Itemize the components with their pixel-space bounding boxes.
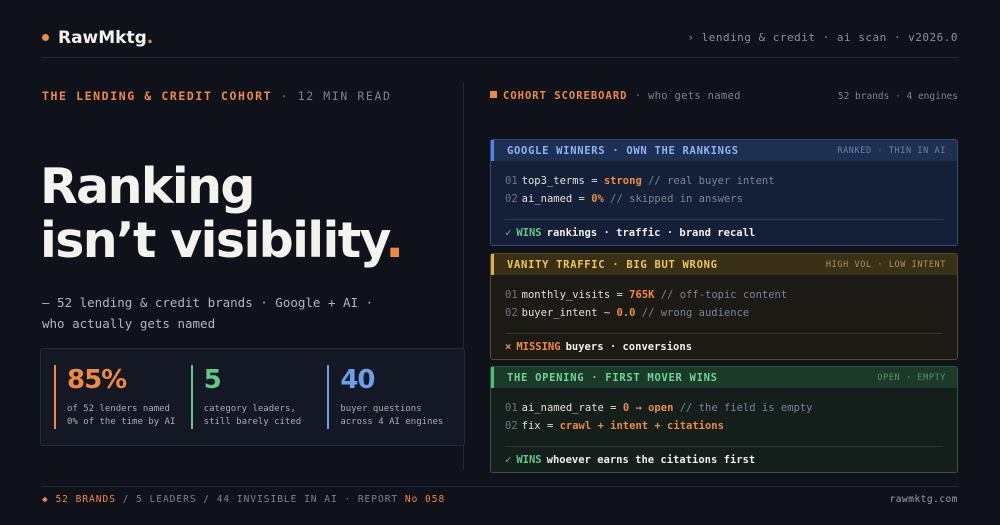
stat-accent-bar xyxy=(54,365,56,429)
card-tag: HIGH VOL · LOW INTENT xyxy=(825,259,946,270)
card-the-opening: THE OPENING · FIRST MOVER WINS OPEN · EM… xyxy=(490,366,958,473)
code-line: 01 top3_terms = strong // real buyer inte… xyxy=(505,175,775,187)
stat-buyer-questions: 40 buyer questions across 4 AI engines xyxy=(327,365,464,445)
code-line: 02 fix = crawl + intent + citations xyxy=(505,419,724,432)
card-footer: ✓ WINS whoever earns the citations first xyxy=(505,446,943,472)
stat-accent-bar xyxy=(327,365,330,429)
card-title: VANITY TRAFFIC · BIG BUT WRONG xyxy=(507,258,718,271)
footer-bar: ◆ 52 BRANDS / 5 LEADERS / 44 INVISIBLE I… xyxy=(42,486,958,512)
brand-logo[interactable]: RawMktg. xyxy=(42,28,153,48)
stat-accent-bar xyxy=(190,365,193,429)
scoreboard-header: COHORT SCOREBOARD · who gets named 52 br… xyxy=(490,90,958,102)
stat-lenders-named: 85% of 52 lenders named 0% of the time by… xyxy=(54,365,191,445)
card-tag: OPEN · EMPTY xyxy=(877,372,946,383)
subheadline: — 52 lending & credit brands · Google + … xyxy=(42,295,374,331)
code-line: 01 ai_named_rate = 0 → open // the field … xyxy=(505,402,813,414)
scoreboard-meta: 52 brands · 4 engines xyxy=(837,90,958,102)
card-footer: × MISSING buyers · conversions xyxy=(505,333,943,359)
card-footer: ✓ WINS rankings · traffic · brand recall xyxy=(505,219,943,245)
top-bar: RawMktg. › lending & credit · ai scan · … xyxy=(42,18,958,58)
stats-panel: 85% of 52 lenders named 0% of the time by… xyxy=(40,348,465,446)
article-kicker: THE LENDING & CREDIT COHORT · 12 MIN REA… xyxy=(42,89,392,103)
footer-site-link[interactable]: rawmktg.com xyxy=(890,494,958,505)
code-line: 02 ai_named = 0% // skipped in answers xyxy=(505,192,743,205)
header-meta: › lending & credit · ai scan · v2026.0 xyxy=(687,31,958,44)
logo-dot-icon xyxy=(42,34,49,41)
brand-name: RawMktg xyxy=(58,27,147,48)
check-icon: ✓ xyxy=(505,226,512,239)
code-line: 02 buyer_intent ~ 0.0 // wrong audience xyxy=(505,306,750,319)
card-title: GOOGLE WINNERS · OWN THE RANKINGS xyxy=(507,144,739,157)
square-icon xyxy=(490,91,497,98)
footer-summary: ◆ 52 BRANDS / 5 LEADERS / 44 INVISIBLE I… xyxy=(42,494,446,505)
check-icon: ✓ xyxy=(505,453,512,466)
card-tag: RANKED · THIN IN AI xyxy=(837,145,946,156)
card-vanity-traffic: VANITY TRAFFIC · BIG BUT WRONG HIGH VOL … xyxy=(490,253,958,360)
stat-category-leaders: 5 category leaders, still barely cited xyxy=(190,365,328,445)
card-google-winners: GOOGLE WINNERS · OWN THE RANKINGS RANKED… xyxy=(490,139,958,246)
headline: Ranking isn’t visibility. xyxy=(40,158,404,269)
card-title: THE OPENING · FIRST MOVER WINS xyxy=(507,371,718,384)
code-line: 01 monthly_visits = 765K // off-topic con… xyxy=(505,289,788,301)
cross-icon: × xyxy=(505,340,512,353)
